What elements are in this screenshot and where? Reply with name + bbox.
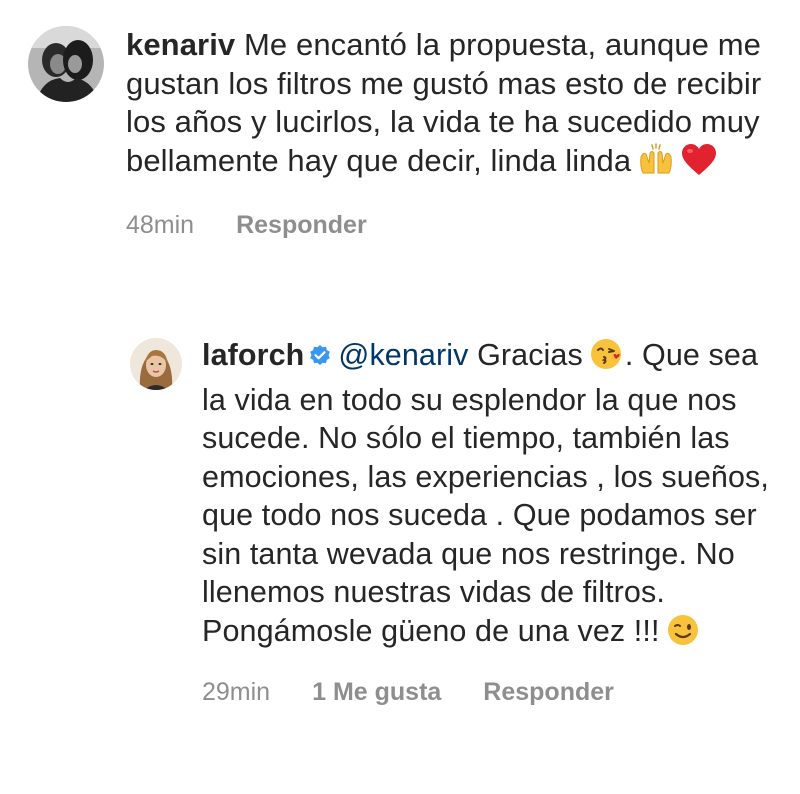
mention-link[interactable]: @kenariv — [338, 338, 468, 372]
username[interactable]: laforch — [202, 338, 304, 372]
avatar[interactable] — [28, 26, 104, 102]
comment-text: kenariv Me encantó la propuesta, aunque … — [126, 26, 788, 186]
comment-text: laforch @kenariv Gracias . Que sea la vi… — [202, 336, 790, 656]
comment-laforch: laforch @kenariv Gracias . Que sea la vi… — [130, 336, 790, 707]
reply-button[interactable]: Responder — [236, 211, 367, 240]
kissing-face-icon — [589, 337, 625, 381]
user-photo-icon — [130, 338, 182, 390]
comment-body-rest: . Que sea la vida en todo su esplendor l… — [202, 338, 769, 648]
comment-body-start: Gracias — [477, 338, 583, 372]
red-heart-icon — [681, 143, 717, 187]
username[interactable]: kenariv — [126, 27, 235, 62]
comment-kenariv: kenariv Me encantó la propuesta, aunque … — [28, 26, 788, 240]
timestamp: 29min — [202, 678, 271, 706]
reply-button[interactable]: Responder — [483, 678, 614, 707]
likes-count-button[interactable]: 1 Me gusta — [312, 678, 441, 707]
raising-hands-icon — [637, 142, 675, 187]
verified-badge-icon — [308, 339, 332, 378]
comment-meta: 29min 1 Me gusta Responder — [202, 678, 790, 707]
comment-meta: 48min Responder — [126, 211, 788, 240]
avatar[interactable] — [130, 338, 182, 390]
winking-face-icon — [666, 613, 700, 657]
timestamp: 48min — [126, 211, 195, 239]
user-photo-icon — [28, 26, 104, 102]
